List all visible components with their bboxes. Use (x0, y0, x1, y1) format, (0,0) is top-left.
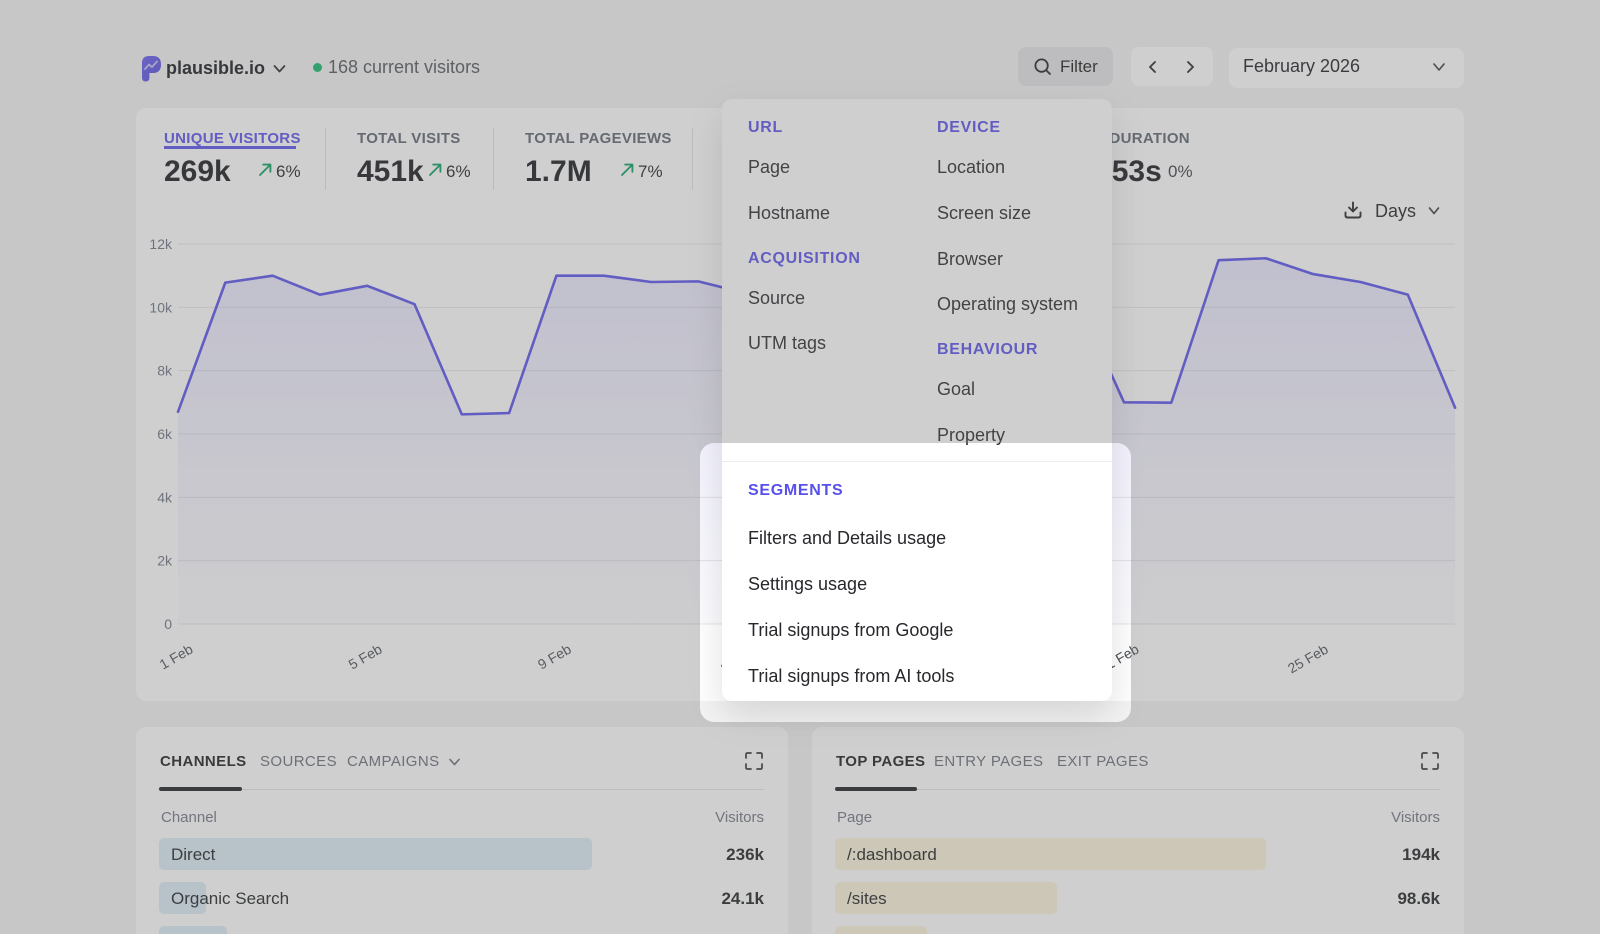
svg-text:0: 0 (164, 616, 172, 632)
svg-text:9 Feb: 9 Feb (535, 641, 574, 673)
svg-text:12k: 12k (149, 236, 173, 252)
svg-text:4k: 4k (157, 489, 173, 505)
svg-text:1 Feb: 1 Feb (156, 641, 195, 673)
svg-text:2k: 2k (157, 553, 173, 569)
svg-text:6k: 6k (157, 426, 173, 442)
svg-text:25 Feb: 25 Feb (1285, 641, 1331, 677)
svg-text:5 Feb: 5 Feb (346, 641, 385, 673)
svg-text:10k: 10k (149, 299, 173, 315)
svg-text:8k: 8k (157, 363, 173, 379)
